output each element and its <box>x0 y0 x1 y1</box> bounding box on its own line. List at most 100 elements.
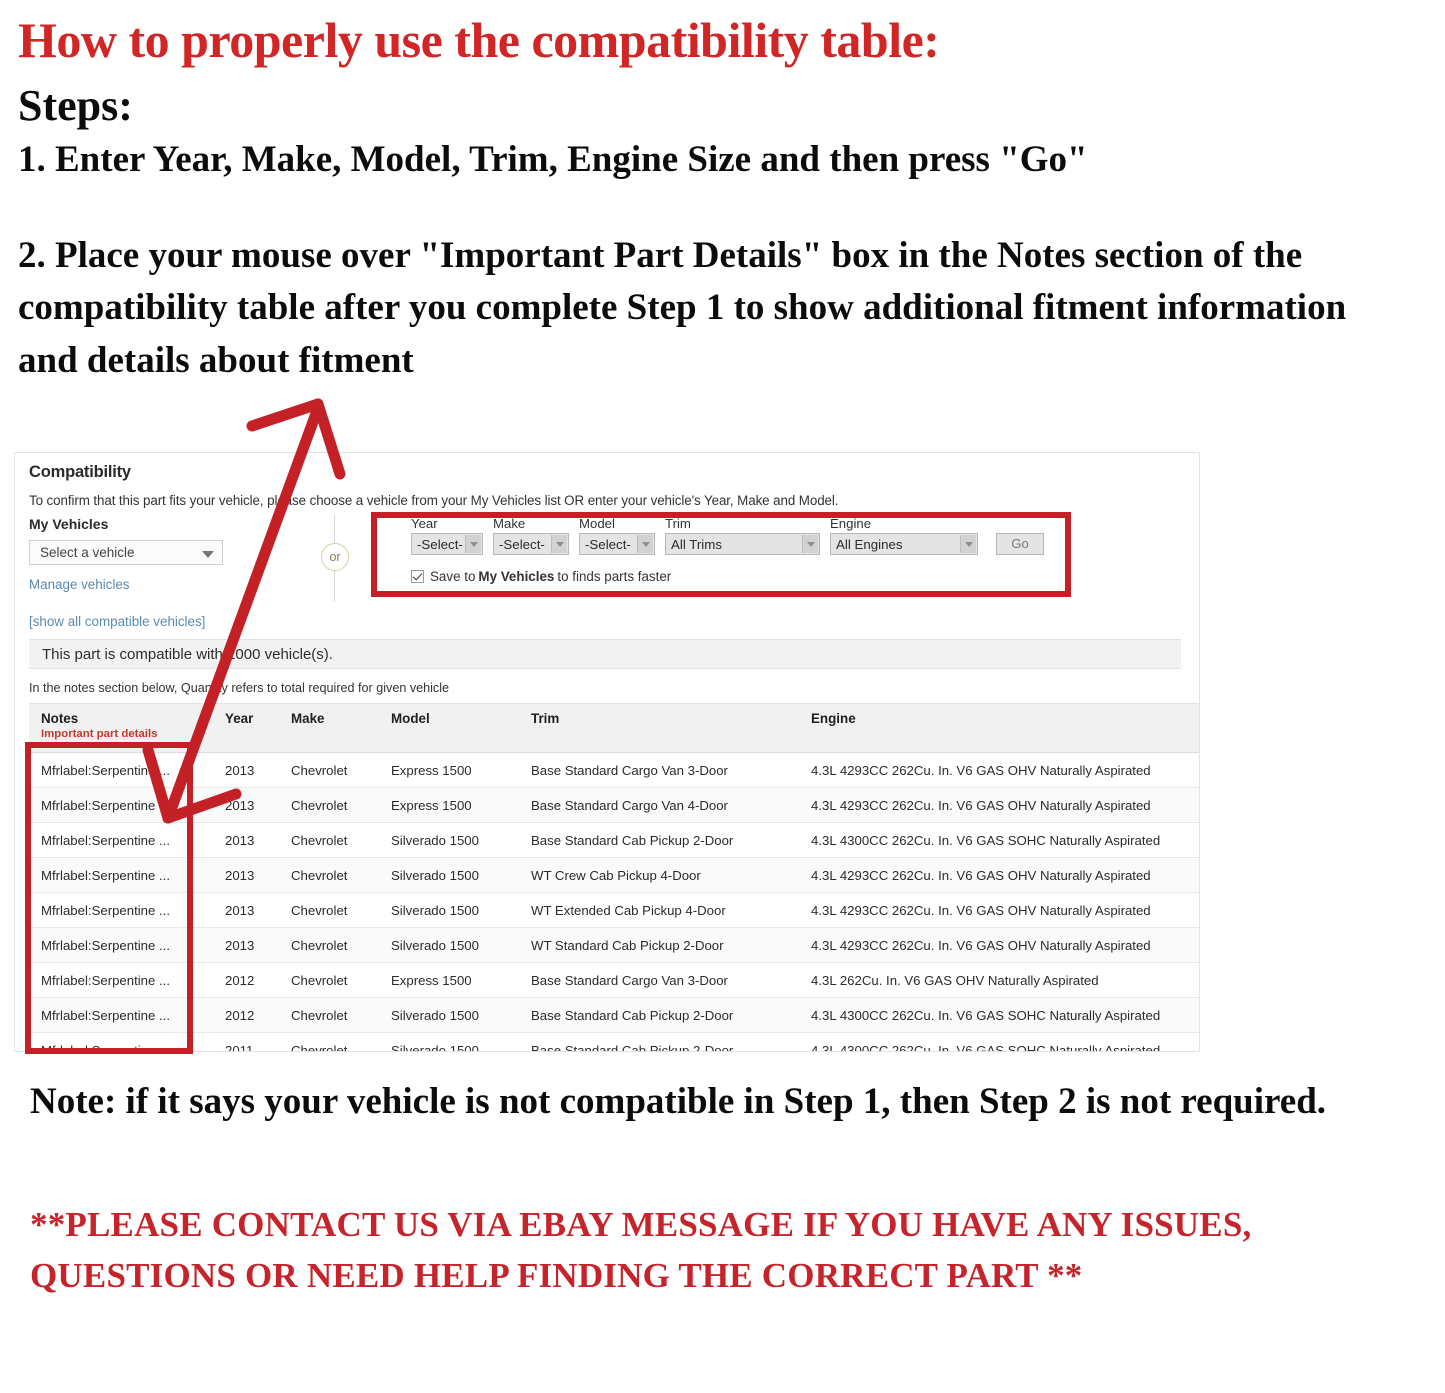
chevron-down-icon <box>551 535 567 553</box>
save-to-my-vehicles-checkbox[interactable] <box>411 570 424 583</box>
year-select-value: -Select- <box>417 536 463 552</box>
table-cell-model: Express 1500 <box>379 962 519 998</box>
compatibility-table: Notes Important part details Year Make M… <box>29 703 1199 1051</box>
table-cell-trim: WT Standard Cab Pickup 2-Door <box>519 927 799 963</box>
table-cell-engine: 4.3L 4293CC 262Cu. In. V6 GAS OHV Natura… <box>799 752 1199 788</box>
table-cell-model: Silverado 1500 <box>379 927 519 963</box>
table-row: Mfrlabel:Serpentine ... 2013 Chevrolet Silv… <box>29 857 1199 893</box>
compatible-count-banner: This part is compatible with 1000 vehicl… <box>29 639 1181 669</box>
compatibility-subheading: To confirm that this part fits your vehi… <box>29 493 839 508</box>
my-vehicles-section: My Vehicles Select a vehicle Manage vehi… <box>29 516 289 629</box>
chevron-down-icon <box>802 535 818 553</box>
trim-selector-group: Trim All Trims <box>665 516 820 555</box>
table-cell-make: Chevrolet <box>279 892 379 928</box>
table-cell-notes[interactable]: Mfrlabel:Serpentine ... <box>29 822 213 858</box>
table-row: Mfrlabel:Serpentine ... 2012 Chevrolet Silv… <box>29 997 1199 1033</box>
table-cell-year: 2013 <box>213 892 279 928</box>
engine-label: Engine <box>830 516 872 531</box>
table-cell-notes[interactable]: Mfrlabel:Serpentine ... <box>29 1032 213 1051</box>
table-cell-notes[interactable]: Mfrlabel:Serpentine ... <box>29 752 213 788</box>
table-cell-engine: 4.3L 4300CC 262Cu. In. V6 GAS SOHC Natur… <box>799 1032 1199 1051</box>
table-row: Mfrlabel:Serpentine ... 2013 Chevrolet Expr… <box>29 752 1199 788</box>
column-header-year: Year <box>213 703 279 753</box>
table-cell-notes[interactable]: Mfrlabel:Serpentine ... <box>29 892 213 928</box>
table-cell-year: 2012 <box>213 997 279 1033</box>
chevron-down-icon <box>202 551 214 558</box>
model-selector-group: Model -Select- <box>579 516 655 555</box>
table-row: Mfrlabel:Serpentine ... 2013 Chevrolet Expr… <box>29 787 1199 823</box>
show-all-compatible-vehicles-link[interactable]: [show all compatible vehicles] <box>29 614 289 629</box>
table-header: Notes Important part details Year Make M… <box>29 703 1199 753</box>
table-row: Mfrlabel:Serpentine ... 2012 Chevrolet Expr… <box>29 962 1199 998</box>
table-cell-year: 2012 <box>213 962 279 998</box>
go-button[interactable]: Go <box>996 533 1044 555</box>
table-cell-trim: WT Crew Cab Pickup 4-Door <box>519 857 799 893</box>
table-body: Mfrlabel:Serpentine ... 2013 Chevrolet Expr… <box>29 752 1199 1051</box>
year-selector-group: Year -Select- <box>411 516 483 555</box>
make-selector-group: Make -Select- <box>493 516 569 555</box>
table-cell-make: Chevrolet <box>279 752 379 788</box>
table-cell-notes[interactable]: Mfrlabel:Serpentine ... <box>29 787 213 823</box>
table-cell-engine: 4.3L 4293CC 262Cu. In. V6 GAS OHV Natura… <box>799 927 1199 963</box>
table-cell-year: 2013 <box>213 752 279 788</box>
vehicle-select[interactable]: Select a vehicle <box>29 540 223 565</box>
table-cell-notes[interactable]: Mfrlabel:Serpentine ... <box>29 997 213 1033</box>
table-row: Mfrlabel:Serpentine ... 2013 Chevrolet Silv… <box>29 822 1199 858</box>
table-cell-model: Silverado 1500 <box>379 857 519 893</box>
model-label: Model <box>579 516 615 531</box>
table-cell-engine: 4.3L 4293CC 262Cu. In. V6 GAS OHV Natura… <box>799 857 1199 893</box>
table-cell-make: Chevrolet <box>279 787 379 823</box>
footer-note: Note: if it says your vehicle is not com… <box>30 1081 1327 1122</box>
make-select-value: -Select- <box>499 536 545 552</box>
table-cell-model: Express 1500 <box>379 787 519 823</box>
compatibility-header: Compatibility To confirm that this part … <box>29 463 1187 508</box>
table-cell-engine: 4.3L 4293CC 262Cu. In. V6 GAS OHV Natura… <box>799 787 1199 823</box>
save-text-after: to finds parts faster <box>557 569 672 584</box>
vehicle-select-value: Select a vehicle <box>40 545 135 560</box>
table-cell-notes[interactable]: Mfrlabel:Serpentine ... <box>29 927 213 963</box>
steps-label: Steps: <box>18 80 133 130</box>
year-label: Year <box>411 516 438 531</box>
column-header-notes: Notes Important part details <box>29 703 213 753</box>
column-header-notes-label: Notes <box>41 711 79 726</box>
table-cell-trim: Base Standard Cab Pickup 2-Door <box>519 997 799 1033</box>
column-header-notes-sublabel: Important part details <box>41 728 158 740</box>
column-header-model: Model <box>379 703 519 753</box>
trim-label: Trim <box>665 516 691 531</box>
or-label: or <box>321 543 349 571</box>
year-select[interactable]: -Select- <box>411 533 483 555</box>
manage-vehicles-link[interactable]: Manage vehicles <box>29 577 289 592</box>
table-cell-make: Chevrolet <box>279 822 379 858</box>
engine-select-value: All Engines <box>836 536 903 552</box>
table-cell-year: 2013 <box>213 787 279 823</box>
vehicle-selector-row: Year -Select- Make -Select- Model -Selec… <box>411 516 1044 555</box>
make-label: Make <box>493 516 526 531</box>
engine-select[interactable]: All Engines <box>830 533 978 555</box>
table-cell-engine: 4.3L 4300CC 262Cu. In. V6 GAS SOHC Natur… <box>799 822 1199 858</box>
my-vehicles-label: My Vehicles <box>29 516 109 532</box>
or-divider: or <box>315 515 355 605</box>
table-row: Mfrlabel:Serpentine ... 2013 Chevrolet Silv… <box>29 927 1199 963</box>
model-select[interactable]: -Select- <box>579 533 655 555</box>
make-select[interactable]: -Select- <box>493 533 569 555</box>
table-cell-model: Silverado 1500 <box>379 997 519 1033</box>
table-cell-engine: 4.3L 4293CC 262Cu. In. V6 GAS OHV Natura… <box>799 892 1199 928</box>
column-header-engine: Engine <box>799 703 1199 753</box>
table-cell-trim: Base Standard Cab Pickup 2-Door <box>519 1032 799 1051</box>
table-cell-trim: Base Standard Cab Pickup 2-Door <box>519 822 799 858</box>
table-cell-trim: Base Standard Cargo Van 3-Door <box>519 752 799 788</box>
table-cell-model: Silverado 1500 <box>379 1032 519 1051</box>
save-text-bold: My Vehicles <box>478 569 555 584</box>
save-to-my-vehicles-row[interactable]: Save to My Vehicles to finds parts faste… <box>411 569 671 584</box>
table-cell-trim: Base Standard Cargo Van 3-Door <box>519 962 799 998</box>
table-cell-notes[interactable]: Mfrlabel:Serpentine ... <box>29 962 213 998</box>
chevron-down-icon <box>960 535 976 553</box>
table-cell-make: Chevrolet <box>279 1032 379 1051</box>
footer-contact-message: **PLEASE CONTACT US VIA EBAY MESSAGE IF … <box>30 1205 1252 1295</box>
trim-select[interactable]: All Trims <box>665 533 820 555</box>
table-cell-make: Chevrolet <box>279 997 379 1033</box>
table-cell-engine: 4.3L 262Cu. In. V6 GAS OHV Naturally Asp… <box>799 962 1199 998</box>
chevron-down-icon <box>465 535 481 553</box>
table-cell-model: Express 1500 <box>379 752 519 788</box>
table-cell-notes[interactable]: Mfrlabel:Serpentine ... <box>29 857 213 893</box>
